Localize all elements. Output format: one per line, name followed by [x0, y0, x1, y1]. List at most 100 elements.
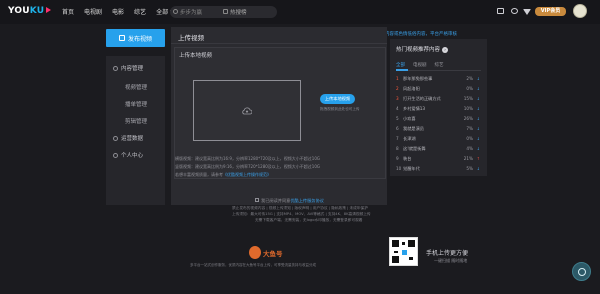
sidebar-item-data[interactable]: 运营数据 — [113, 134, 143, 142]
sidebar-panel: 内容管理 视频管理 播单管理 剪辑管理 运营数据 个人中心 — [106, 56, 165, 205]
logo-text-b: KU — [29, 6, 45, 16]
rules-link[interactable]: 《优酷视频上传操作规范》 — [223, 172, 271, 177]
tab-tv[interactable]: 电视剧 — [413, 62, 427, 68]
upload-hint: 拖拽视频到此处也可上传 — [320, 107, 360, 111]
hot-search-link[interactable]: 热搜榜 — [230, 8, 247, 16]
rank-title: 装台 — [403, 156, 412, 161]
rank-title: 长津湖 — [403, 136, 416, 141]
list-item[interactable]: 4 乡村爱情13 10% ↓ — [396, 106, 481, 115]
agree-checkbox[interactable] — [255, 198, 259, 202]
hot-videos-panel: 热门视频推荐内容 › 全部 电视剧 综艺 1 那年那兔那些事 2% ↓ 2 风起洛阳 0% ↓ 3… — [390, 39, 487, 176]
rule-line: 竖版视频：建议宽高比例为9:16，分辨率720*1280及以上，视频大小不超过1… — [175, 164, 320, 170]
list-item[interactable]: 10 觉醒年代 5% ↓ — [396, 166, 481, 175]
arrow-down-icon: ↓ — [476, 86, 480, 91]
tab-variety[interactable]: 综艺 — [435, 62, 444, 68]
rule-text: 若想丰富视频质量，请参考 — [175, 172, 223, 178]
rank-title: 我就是演员 — [403, 126, 424, 131]
search-bar[interactable]: 步步为赢 热搜榜 — [170, 6, 277, 18]
search-icon[interactable] — [173, 9, 178, 14]
list-item[interactable]: 6 我就是演员 7% ↓ — [396, 126, 481, 135]
rank-number: 8 — [396, 146, 399, 151]
list-item[interactable]: 7 长津湖 0% ↓ — [396, 136, 481, 145]
list-item[interactable]: 2 风起洛阳 0% ↓ — [396, 86, 481, 95]
rank-percent: 0% — [466, 86, 473, 91]
arrow-down-icon: ↓ — [476, 116, 480, 121]
list-item[interactable]: 9 装台 21% ↑ — [396, 156, 481, 165]
hot-tabs: 全部 电视剧 综艺 — [396, 62, 444, 68]
rank-number: 1 — [396, 76, 399, 81]
sidebar-item-user[interactable]: 个人中心 — [113, 151, 143, 159]
arrow-down-icon: ↓ — [476, 106, 480, 111]
rank-title: 打开生活的正确方式 — [403, 96, 441, 101]
sidebar-item-clips[interactable]: 剪辑管理 — [125, 117, 147, 125]
footer-line: 禁止发布的视频内容 | 视频上传须知 | 版权声明 | 用户协议 | 隐私政策 … — [232, 206, 368, 210]
rank-percent: 7% — [466, 126, 473, 131]
sidebar-item-content[interactable]: 内容管理 — [113, 64, 143, 72]
screen-icon[interactable] — [497, 8, 504, 14]
rank-number: 5 — [396, 116, 399, 121]
search-input[interactable]: 步步为赢 — [180, 8, 202, 16]
arrow-down-icon: ↓ — [476, 76, 480, 81]
divider — [171, 43, 387, 44]
qr-finder — [392, 256, 399, 263]
qr-title: 手机上传更方便 — [426, 250, 469, 257]
footer-line: 无需下载客户端，无需安装，无logo水印播放，无需登录即可观看 — [255, 218, 363, 222]
qr-module — [409, 257, 413, 260]
tab-all[interactable]: 全部 — [396, 62, 405, 68]
play-icon — [46, 7, 52, 13]
sidebar-item-videos[interactable]: 视频管理 — [125, 83, 147, 91]
floating-help-button[interactable] — [572, 262, 591, 281]
logo-text-a: YOU — [8, 6, 30, 16]
agreement-checkbox-row[interactable]: 我已阅读并同意优酷上传服务协议 — [255, 198, 324, 204]
dayu-description: 多平台一站式创作服务，优质内容在大鱼号平台上传，可享受流量扶持与收益分成 — [190, 263, 316, 267]
rank-title: 那年那兔那些事 — [403, 76, 433, 81]
nav-variety[interactable]: 综艺 — [134, 7, 146, 16]
avatar[interactable] — [573, 4, 587, 18]
upload-dropzone[interactable] — [193, 80, 301, 141]
hot-list-icon — [223, 9, 228, 14]
sidebar: 发布视频 内容管理 视频管理 播单管理 剪辑管理 运营数据 个人中心 — [106, 27, 165, 205]
dayu-brand[interactable]: 大鱼号 — [249, 246, 329, 260]
content-icon — [113, 66, 118, 71]
dayu-brand-text: 大鱼号 — [263, 250, 283, 258]
qr-module — [402, 242, 405, 245]
nav-home[interactable]: 首页 — [62, 7, 74, 16]
agree-text: 我已阅读并同意 — [261, 198, 291, 203]
arrow-up-icon: ↑ — [476, 156, 480, 161]
cloud-upload-icon — [242, 107, 252, 115]
tab-divider — [396, 70, 481, 71]
nav-movie[interactable]: 电影 — [112, 7, 124, 16]
rule-line: 若想丰富视频质量，请参考《优酷视频上传操作规范》 — [175, 171, 320, 179]
qr-code — [389, 237, 418, 266]
list-item[interactable]: 8 这!就是街舞 4% ↓ — [396, 146, 481, 155]
sidebar-item-playlists[interactable]: 播单管理 — [125, 100, 147, 108]
list-item[interactable]: 3 打开生活的正确方式 15% ↓ — [396, 96, 481, 105]
message-icon[interactable] — [511, 8, 518, 14]
top-bar: YOUKU 首页 电视剧 电影 综艺 全部 步步为赢 热搜榜 VIP会员 — [0, 0, 600, 24]
footer-line: 上传须知：最大可传15G | 支持MP4、MOV、AVI等格式 | 支持4K、8… — [232, 212, 371, 216]
list-item[interactable]: 5 小欢喜 26% ↓ — [396, 116, 481, 125]
qr-center — [402, 250, 407, 255]
arrow-down-icon: ↓ — [476, 136, 480, 141]
rank-percent: 4% — [466, 146, 473, 151]
sidebar-label: 内容管理 — [121, 66, 144, 72]
hot-title-text: 热门视频推荐内容 — [396, 47, 441, 53]
hot-panel-title[interactable]: 热门视频推荐内容 › — [396, 45, 449, 53]
youku-logo[interactable]: YOUKU — [8, 6, 52, 16]
rank-number: 6 — [396, 126, 399, 131]
upload-panel: 上传视频 上传本地视频 上传本地视频 拖拽视频到此处也可上传 横版视频：建议宽高… — [171, 27, 387, 205]
arrow-down-icon: ↓ — [476, 166, 480, 171]
publish-video-button[interactable]: 发布视频 — [106, 29, 165, 47]
publish-label: 发布视频 — [127, 35, 152, 43]
qr-subtitle: 一键扫描 随时随地 — [434, 258, 468, 263]
vip-diamond-icon[interactable] — [523, 9, 531, 15]
upload-box-title: 上传本地视频 — [179, 53, 213, 59]
sidebar-label: 个人中心 — [121, 153, 144, 159]
vip-badge[interactable]: VIP会员 — [535, 7, 566, 16]
arrow-right-icon: › — [442, 47, 449, 53]
nav-tv[interactable]: 电视剧 — [84, 7, 102, 16]
list-item[interactable]: 1 那年那兔那些事 2% ↓ — [396, 76, 481, 85]
upload-local-video-button[interactable]: 上传本地视频 — [320, 94, 355, 104]
rank-number: 2 — [396, 86, 399, 91]
agreement-link[interactable]: 优酷上传服务协议 — [290, 198, 324, 203]
